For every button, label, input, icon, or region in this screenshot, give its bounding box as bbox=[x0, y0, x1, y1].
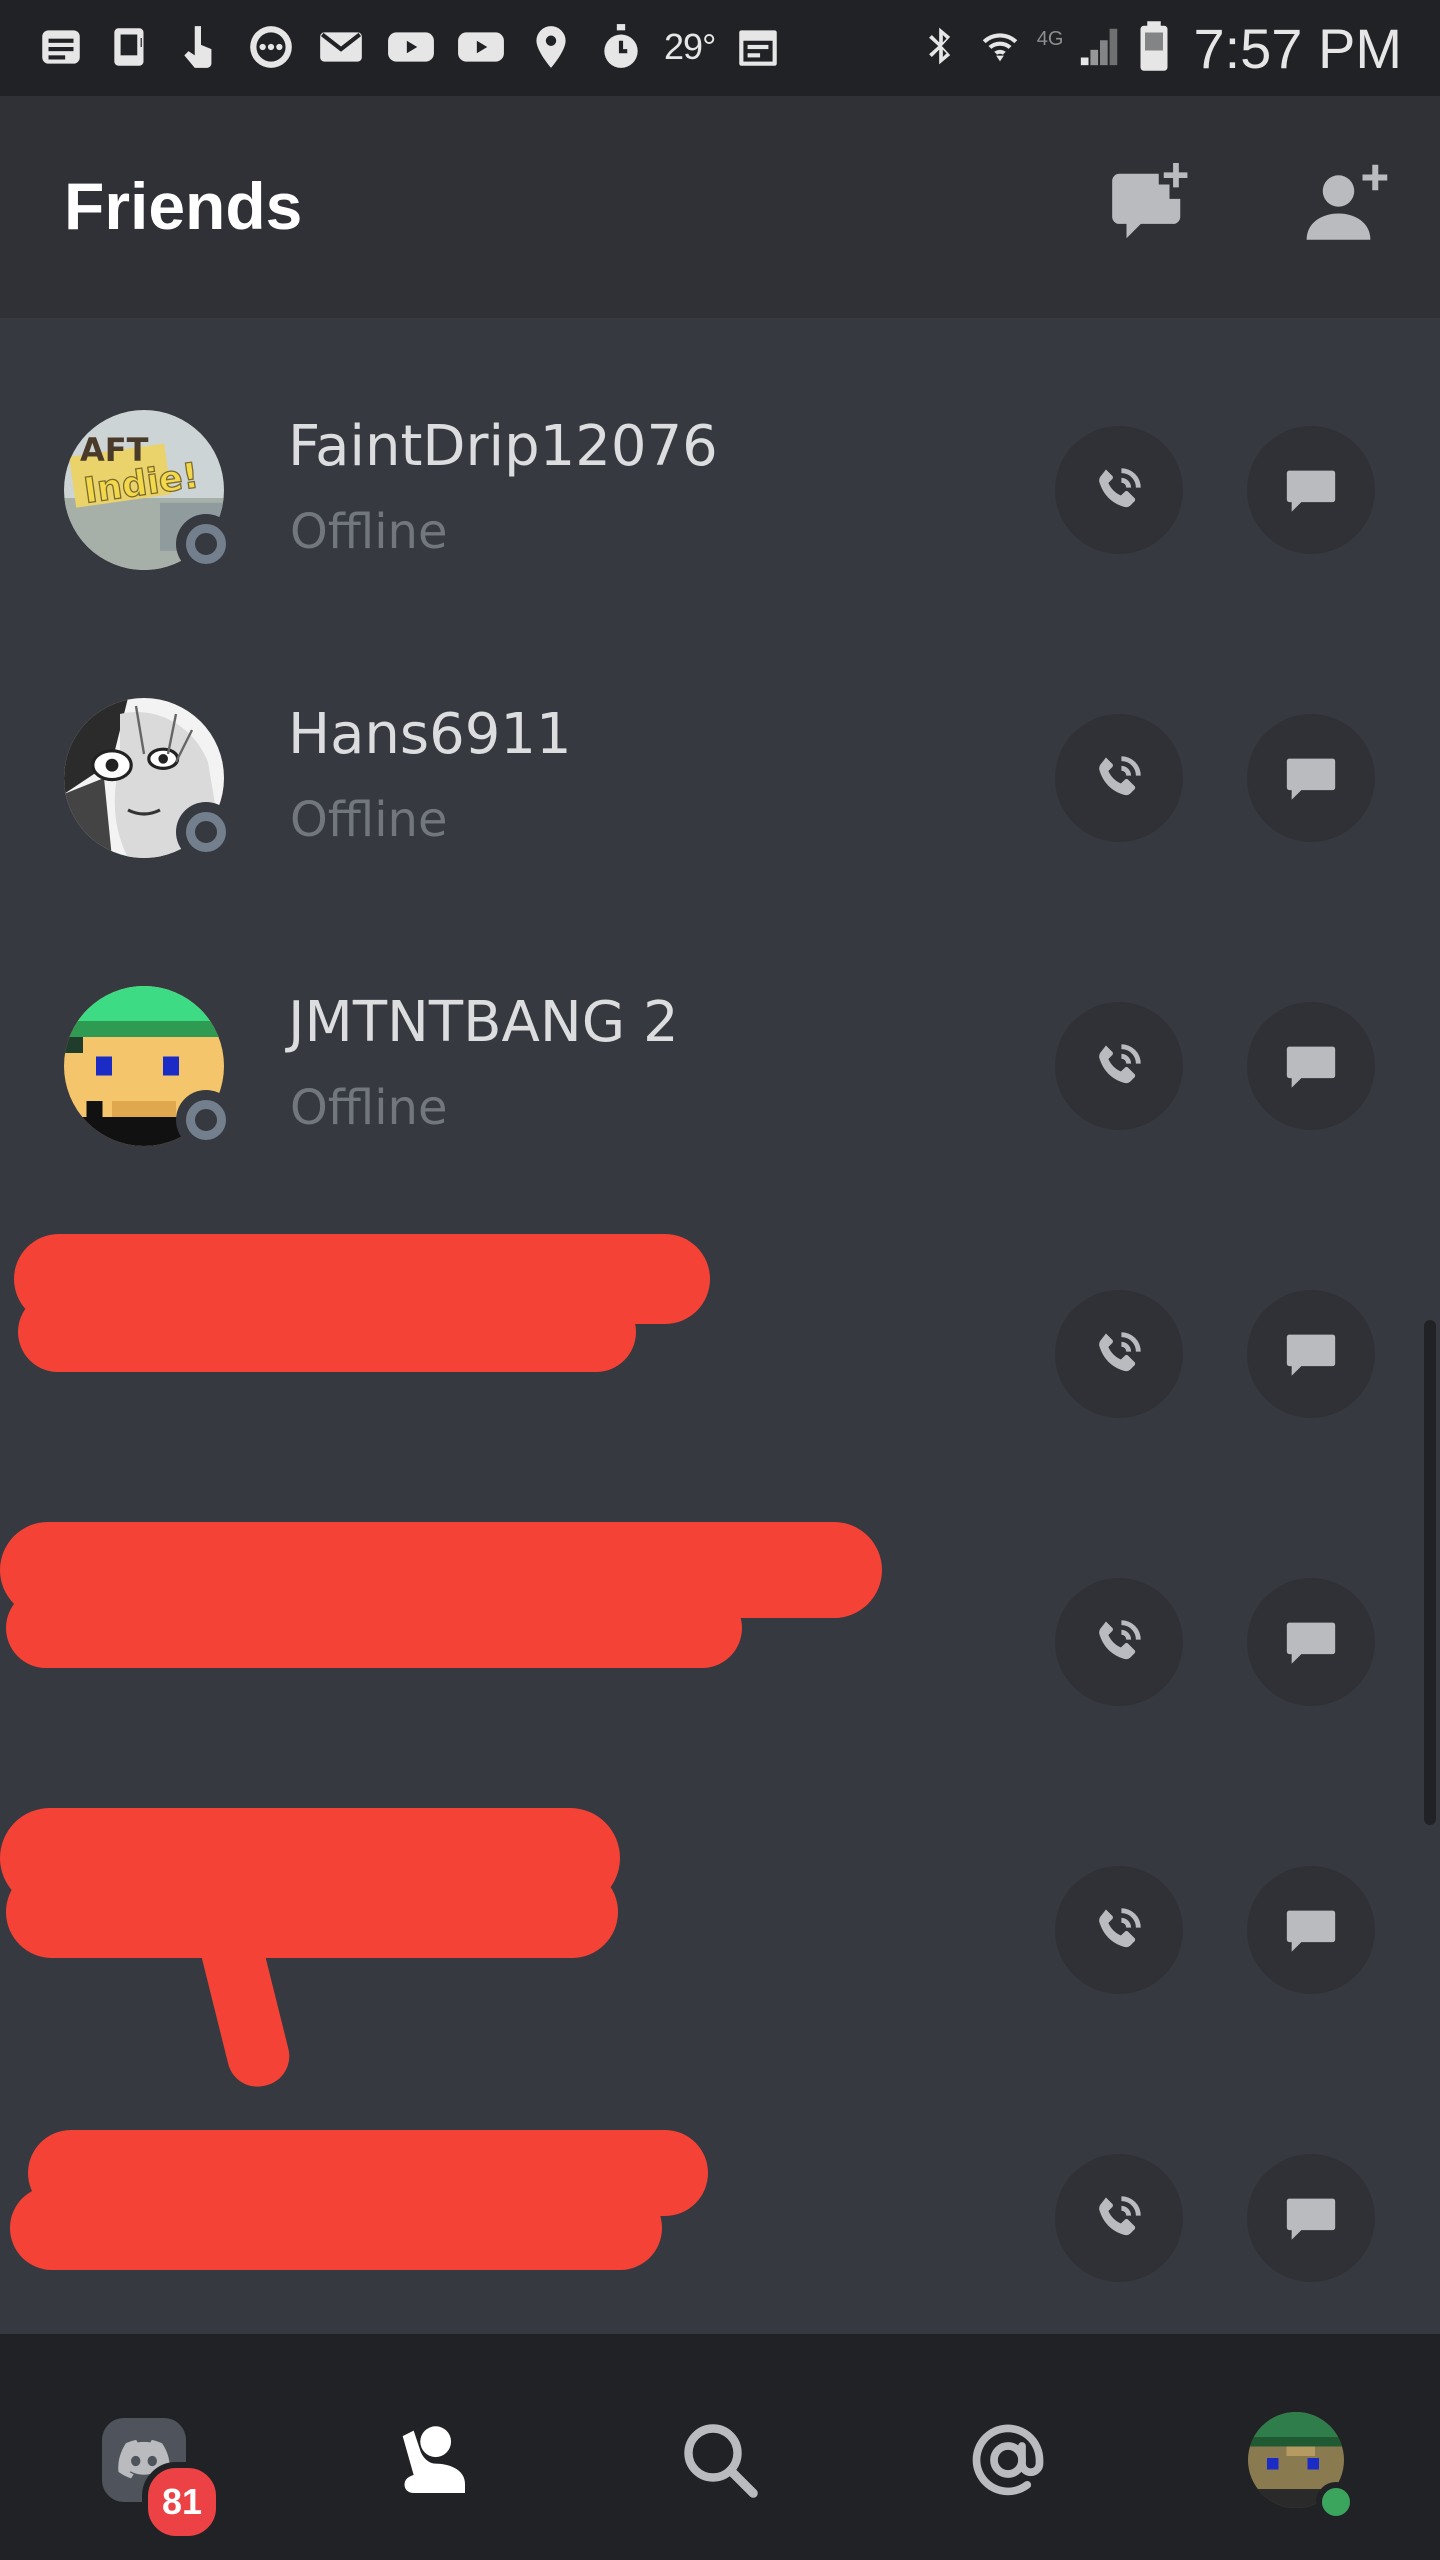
redaction-mark bbox=[18, 1292, 636, 1372]
nav-home-button[interactable]: 81 bbox=[84, 2400, 222, 2542]
new-group-dm-button[interactable] bbox=[1098, 156, 1198, 256]
phone-icon bbox=[1099, 756, 1141, 796]
friend-row[interactable] bbox=[0, 1182, 1440, 1470]
chat-icon bbox=[1286, 758, 1336, 800]
battery-icon bbox=[1137, 19, 1171, 77]
location-icon bbox=[524, 22, 578, 72]
avatar bbox=[64, 986, 236, 1150]
call-button[interactable] bbox=[1055, 2154, 1183, 2282]
friend-status: Offline bbox=[290, 1080, 448, 1136]
offline-status-icon bbox=[176, 802, 236, 862]
youtube-icon bbox=[454, 22, 508, 72]
scrollbar[interactable] bbox=[1424, 1320, 1436, 1825]
nav-friends-button[interactable] bbox=[372, 2400, 492, 2520]
nav-mentions-button[interactable] bbox=[948, 2400, 1068, 2520]
youtube-icon bbox=[384, 22, 438, 72]
unread-badge: 81 bbox=[142, 2462, 222, 2542]
signal-icon bbox=[1077, 21, 1123, 75]
nav-profile-button[interactable] bbox=[1236, 2400, 1356, 2522]
call-button[interactable] bbox=[1055, 426, 1183, 554]
message-button[interactable] bbox=[1247, 714, 1375, 842]
call-button[interactable] bbox=[1055, 1866, 1183, 1994]
friend-row[interactable]: Hans6911 Offline bbox=[0, 606, 1440, 894]
redaction-mark bbox=[6, 1866, 618, 1958]
friend-status: Offline bbox=[290, 792, 448, 848]
add-friend-button[interactable] bbox=[1296, 156, 1396, 256]
timer-icon bbox=[594, 22, 648, 72]
friend-row[interactable] bbox=[0, 1758, 1440, 2093]
offline-status-icon bbox=[176, 1090, 236, 1150]
bluetooth-icon bbox=[919, 21, 963, 75]
news-icon bbox=[34, 22, 88, 72]
chat-icon bbox=[1286, 1622, 1336, 1664]
message-button[interactable] bbox=[1247, 1578, 1375, 1706]
friend-row[interactable] bbox=[0, 2046, 1440, 2334]
add-friend-icon bbox=[1306, 164, 1388, 240]
calendar-icon bbox=[731, 22, 785, 72]
page-title: Friends bbox=[64, 169, 303, 243]
avatar: AFT Indie! bbox=[64, 410, 236, 574]
call-button[interactable] bbox=[1055, 1002, 1183, 1130]
clock: 7:57 PM bbox=[1193, 16, 1402, 80]
nav-search-button[interactable] bbox=[660, 2400, 780, 2520]
call-button[interactable] bbox=[1055, 1578, 1183, 1706]
chat-icon bbox=[1286, 1334, 1336, 1376]
phone-icon bbox=[1099, 1620, 1141, 1660]
at-mention-icon bbox=[972, 2424, 1044, 2496]
message-button[interactable] bbox=[1247, 1290, 1375, 1418]
call-button[interactable] bbox=[1055, 714, 1183, 842]
search-icon bbox=[684, 2424, 758, 2498]
friends-header: Friends bbox=[0, 96, 1440, 318]
messaging-icon bbox=[244, 22, 298, 72]
phone-icon bbox=[1099, 1044, 1141, 1084]
chat-icon bbox=[1286, 2198, 1336, 2240]
message-button[interactable] bbox=[1247, 1002, 1375, 1130]
new-message-icon bbox=[1112, 163, 1188, 239]
friend-row[interactable]: JMTNTBANG 2 Offline bbox=[0, 894, 1440, 1182]
friends-icon bbox=[402, 2426, 465, 2493]
message-button[interactable] bbox=[1247, 1866, 1375, 1994]
online-status-icon bbox=[1316, 2482, 1356, 2522]
mail-icon bbox=[314, 22, 368, 72]
chat-icon bbox=[1286, 1046, 1336, 1088]
status-bar-notifications: ID 29° bbox=[34, 22, 785, 72]
temperature: 29° bbox=[664, 26, 716, 67]
friend-name: FaintDrip12076 bbox=[288, 414, 718, 479]
wifi-icon bbox=[977, 21, 1023, 75]
sim-icon: ID bbox=[104, 22, 158, 72]
avatar bbox=[64, 698, 236, 862]
friend-name: JMTNTBANG 2 bbox=[288, 990, 679, 1055]
friend-row[interactable] bbox=[0, 1470, 1440, 1758]
chat-icon bbox=[1286, 1910, 1336, 1952]
friend-status: Offline bbox=[290, 504, 448, 560]
offline-status-icon bbox=[176, 514, 236, 574]
touch-icon bbox=[174, 22, 228, 72]
message-button[interactable] bbox=[1247, 426, 1375, 554]
status-bar-system: 4G 7:57 PM bbox=[919, 16, 1402, 80]
redaction-mark bbox=[10, 2186, 662, 2270]
call-button[interactable] bbox=[1055, 1290, 1183, 1418]
friend-row[interactable]: AFT Indie! FaintDrip12076 Offline bbox=[0, 318, 1440, 606]
network-type: 4G bbox=[1036, 27, 1064, 50]
redaction-mark bbox=[6, 1588, 742, 1668]
svg-text:ID: ID bbox=[139, 35, 152, 50]
phone-icon bbox=[1099, 2196, 1141, 2236]
bottom-nav: 81 bbox=[0, 2334, 1440, 2560]
phone-icon bbox=[1099, 1332, 1141, 1372]
friend-name: Hans6911 bbox=[288, 702, 572, 767]
friend-list[interactable]: AFT Indie! FaintDrip12076 Offline Hans69… bbox=[0, 318, 1440, 2334]
message-button[interactable] bbox=[1247, 2154, 1375, 2282]
chat-icon bbox=[1286, 470, 1336, 512]
phone-icon bbox=[1099, 1908, 1141, 1948]
phone-icon bbox=[1099, 468, 1141, 508]
status-bar: ID 29° 4G 7:57 PM bbox=[0, 0, 1440, 96]
